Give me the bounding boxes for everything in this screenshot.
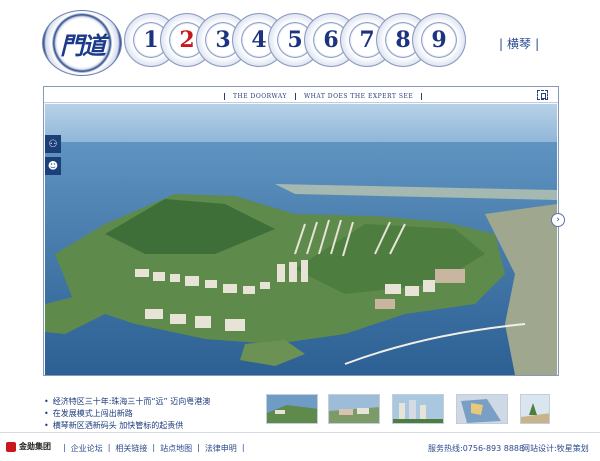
chapter-number: 9: [431, 27, 447, 53]
thumbnail-1[interactable]: [266, 394, 318, 424]
footer-nav: | 企业论坛 | 相关链接 | 站点地图 | 法律申明 |: [58, 443, 250, 454]
viewer-title-left: THE DOORWAY: [224, 92, 295, 100]
chapter-number: 8: [395, 27, 411, 53]
chapter-number: 2: [179, 27, 195, 53]
brand-name: 金勋集团: [19, 442, 51, 451]
chapter-number: 3: [215, 27, 231, 53]
header: 門道 1 2 3 4 5 6 7 8 9 | 横琴 |: [0, 0, 600, 84]
viewer-title-bar: THE DOORWAY WHAT DOES THE EXPERT SEE: [44, 87, 558, 103]
hengqin-link[interactable]: 横琴: [507, 37, 531, 51]
separator: |: [152, 443, 156, 452]
chapter-number: 6: [323, 27, 339, 53]
image-viewer: THE DOORWAY WHAT DOES THE EXPERT SEE ⚇ ☻…: [43, 86, 565, 376]
separator: |: [499, 37, 504, 51]
brand-logo[interactable]: 金勋集团: [6, 441, 51, 452]
chapter-number: 7: [359, 27, 375, 53]
brand-mark-icon: [6, 441, 16, 452]
aerial-rendering-image: [45, 104, 557, 375]
person-walking-icon[interactable]: ⚇: [45, 135, 61, 153]
viewer-title-right: WHAT DOES THE EXPERT SEE: [294, 92, 423, 100]
news-list: 经济特区三十年:珠海三十而“远” 迈向粤港澳 在发展模式上闯出新路 横琴新区洒新…: [44, 396, 254, 432]
chevron-right-icon[interactable]: ›: [551, 213, 565, 227]
news-item[interactable]: 经济特区三十年:珠海三十而“远” 迈向粤港澳: [44, 396, 254, 408]
separator: |: [197, 443, 200, 452]
separator: |: [241, 443, 245, 452]
expand-icon[interactable]: [537, 90, 548, 100]
news-item[interactable]: 在发展模式上闯出新路: [44, 408, 254, 420]
logo-text: 門道: [60, 30, 106, 60]
service-hotline: 服务热线:0756-893 8888: [428, 444, 525, 453]
thumbnail-5[interactable]: [520, 394, 550, 424]
footer-link-sitemap[interactable]: 站点地图: [160, 443, 192, 454]
thumbnail-4[interactable]: [456, 394, 508, 424]
footer-link-links[interactable]: 相关链接: [115, 443, 147, 454]
footer: 金勋集团 | 企业论坛 | 相关链接 | 站点地图 | 法律申明 | 服务热线:…: [0, 432, 600, 461]
chapter-number: 1: [143, 27, 159, 53]
viewer-title: THE DOORWAY WHAT DOES THE EXPERT SEE: [224, 90, 423, 102]
logo-seal[interactable]: 門道: [42, 10, 122, 76]
chapter-9-button[interactable]: 9: [412, 13, 466, 67]
chapter-number: 5: [287, 27, 303, 53]
design-credit: 网站设计:牧星策划: [522, 444, 589, 453]
separator: |: [535, 37, 540, 51]
thumbnail-strip: [266, 394, 586, 424]
footer-link-legal[interactable]: 法律申明: [205, 443, 237, 454]
separator: |: [63, 443, 66, 452]
thumbnail-3[interactable]: [392, 394, 444, 424]
hengqin-link-group: | 横琴 |: [495, 35, 543, 52]
person-icon[interactable]: ☻: [45, 157, 61, 175]
chapter-number: 4: [251, 27, 267, 53]
thumbnail-2[interactable]: [328, 394, 380, 424]
footer-link-forum[interactable]: 企业论坛: [71, 443, 103, 454]
separator: |: [107, 443, 111, 452]
news-item[interactable]: 横琴新区洒新码头 加快管标的起责供: [44, 420, 254, 432]
